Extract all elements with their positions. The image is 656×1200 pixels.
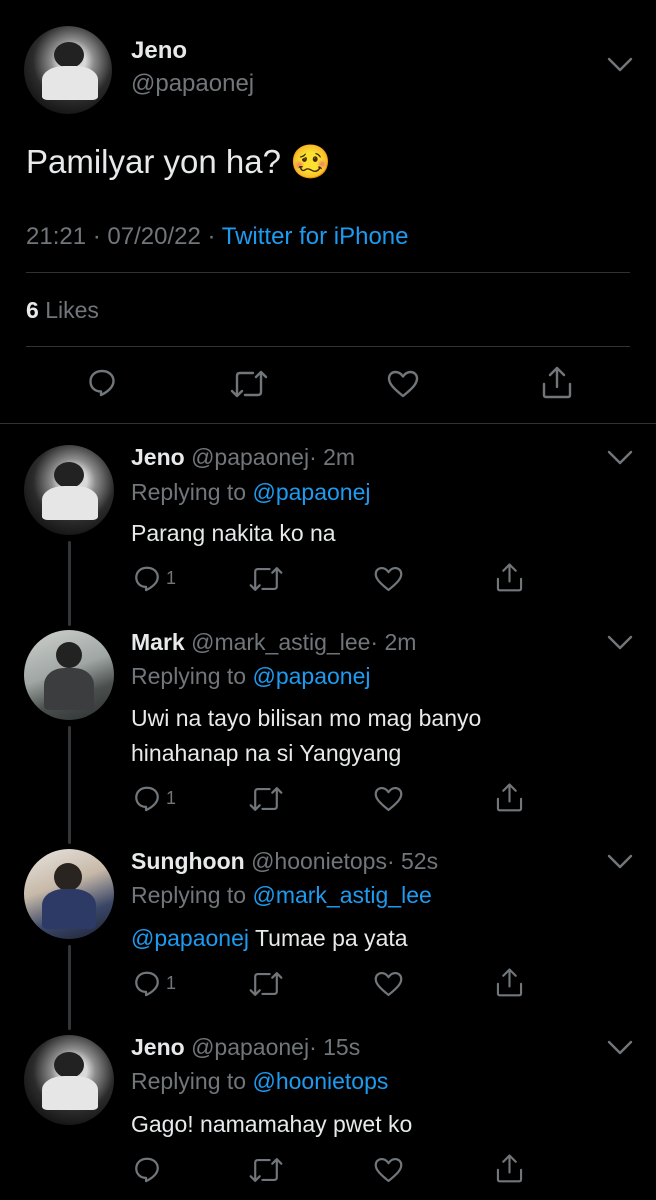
chevron-down-icon[interactable] [606, 1039, 634, 1057]
likes-label: Likes [45, 297, 99, 323]
replying-to: Replying to @papaonej [131, 663, 370, 690]
reply-text: Uwi na tayo bilisan mo mag banyo [131, 705, 482, 731]
share-icon[interactable] [494, 966, 525, 998]
like-icon[interactable] [373, 970, 404, 998]
like-icon[interactable] [373, 1156, 404, 1184]
replying-to-label: Replying to [131, 1068, 247, 1094]
thread-line [68, 726, 71, 844]
chevron-down-icon[interactable] [606, 56, 634, 74]
main-tweet-text: Pamilyar yon ha? 🥴 [26, 143, 332, 180]
reply-text: @papaonej Tumae pa yata [131, 925, 408, 952]
reply-age: · 52s [386, 848, 439, 874]
main-author-name[interactable]: Jeno [131, 37, 187, 65]
tweet-source-link[interactable]: Twitter for iPhone [222, 223, 409, 250]
reply-header: Jeno @papaonej· 2m [131, 444, 355, 471]
reply-age: · 15s [309, 1034, 361, 1060]
like-icon[interactable] [373, 565, 404, 593]
reply-icon[interactable] [133, 784, 161, 812]
reply-avatar[interactable] [24, 1035, 114, 1125]
retweet-icon[interactable] [248, 786, 284, 812]
main-author-avatar[interactable] [24, 26, 112, 114]
replying-to-link[interactable]: @papaonej [252, 479, 370, 505]
reply-author-name[interactable]: Sunghoon [131, 848, 245, 874]
replying-to: Replying to @papaonej [131, 479, 370, 506]
reply-count: 1 [166, 568, 177, 588]
meta-separator: · [92, 223, 101, 250]
reply-age: · 2m [370, 629, 417, 655]
thread-line [68, 541, 71, 626]
like-icon[interactable] [386, 369, 420, 399]
likes-count: 6 [26, 297, 39, 323]
share-icon[interactable] [494, 1152, 525, 1184]
retweet-icon[interactable] [229, 370, 269, 398]
reply-avatar[interactable] [24, 445, 114, 535]
chevron-down-icon[interactable] [606, 634, 634, 652]
divider [0, 423, 656, 424]
reply-icon[interactable] [133, 1155, 161, 1183]
replying-to-link[interactable]: @mark_astig_lee [252, 882, 431, 908]
reply-avatar[interactable] [24, 630, 114, 720]
main-author-handle[interactable]: @papaonej [131, 70, 254, 98]
reply-count: 1 [166, 788, 177, 808]
replying-to-label: Replying to [131, 663, 247, 689]
replying-to: Replying to @mark_astig_lee [131, 882, 432, 909]
share-icon[interactable] [494, 781, 525, 813]
replying-to: Replying to @hoonietops [131, 1068, 388, 1095]
reply-avatar[interactable] [24, 849, 114, 939]
retweet-icon[interactable] [248, 566, 284, 592]
retweet-icon[interactable] [248, 971, 284, 997]
reply-header: Sunghoon @hoonietops· 52s [131, 848, 438, 875]
reply-author-name[interactable]: Mark [131, 629, 185, 655]
reply-text: hinahanap na si Yangyang [131, 740, 402, 766]
chevron-down-icon[interactable] [606, 853, 634, 871]
reply-text: Gago! namamahay pwet ko [131, 1111, 413, 1137]
meta-separator: · [207, 223, 216, 250]
replying-to-label: Replying to [131, 882, 247, 908]
likes-stat[interactable]: 6 Likes [26, 297, 99, 324]
reply-author-name[interactable]: Jeno [131, 444, 185, 470]
share-icon[interactable] [494, 561, 525, 593]
mention-link[interactable]: @papaonej [131, 925, 249, 951]
replying-to-link[interactable]: @hoonietops [252, 1068, 388, 1094]
reply-icon[interactable] [133, 969, 161, 997]
reply-text-body: Tumae pa yata [254, 925, 408, 951]
divider [26, 272, 630, 273]
chevron-down-icon[interactable] [606, 449, 634, 467]
replying-to-link[interactable]: @papaonej [252, 663, 370, 689]
reply-header: Mark @mark_astig_lee· 2m [131, 629, 416, 656]
share-icon[interactable] [540, 364, 574, 400]
thread-line [68, 945, 71, 1030]
reply-author-handle[interactable]: @papaonej [191, 444, 309, 470]
reply-count: 1 [166, 973, 177, 993]
reply-icon[interactable] [133, 564, 161, 592]
reply-age: · 2m [309, 444, 356, 470]
reply-author-handle[interactable]: @hoonietops [251, 848, 387, 874]
divider [26, 346, 630, 347]
reply-icon[interactable] [87, 367, 117, 397]
retweet-icon[interactable] [248, 1157, 284, 1183]
replying-to-label: Replying to [131, 479, 247, 505]
tweet-time: 21:21 [26, 223, 87, 250]
reply-author-handle[interactable]: @mark_astig_lee [191, 629, 370, 655]
like-icon[interactable] [373, 785, 404, 813]
reply-author-name[interactable]: Jeno [131, 1034, 185, 1060]
reply-text: Parang nakita ko na [131, 520, 336, 546]
reply-header: Jeno @papaonej· 15s [131, 1034, 360, 1061]
tweet-meta: 21:21 · 07/20/22 · Twitter for iPhone [26, 223, 408, 251]
reply-author-handle[interactable]: @papaonej [191, 1034, 309, 1060]
tweet-date: 07/20/22 [107, 223, 201, 250]
